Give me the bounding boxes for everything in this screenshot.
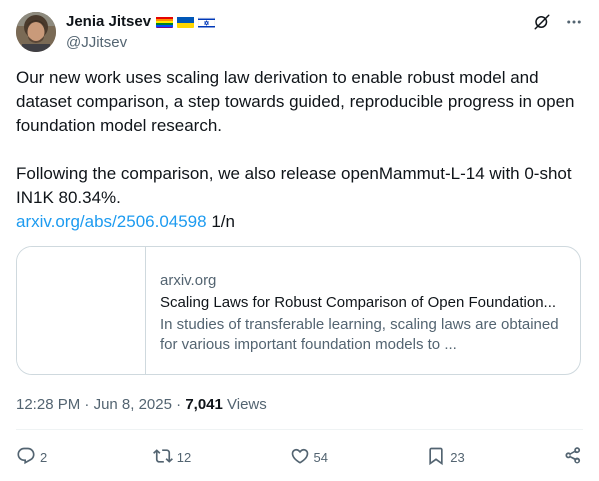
like-count: 54: [313, 449, 328, 465]
bookmark-icon: [426, 446, 446, 469]
bookmark-button[interactable]: 23: [426, 446, 466, 469]
tweet: Jenia Jitsev @JJitsev Our new work uses …: [0, 0, 599, 481]
tweet-text: Our new work uses scaling law derivation…: [16, 66, 576, 234]
repost-button[interactable]: 12: [152, 446, 193, 469]
card-body: arxiv.org Scaling Laws for Robust Compar…: [160, 271, 564, 355]
card-domain: arxiv.org: [160, 272, 217, 289]
share-button[interactable]: [563, 446, 583, 469]
reply-button[interactable]: 2: [16, 446, 56, 469]
tweet-header: Jenia Jitsev @JJitsev: [16, 12, 583, 54]
author-names: Jenia Jitsev @JJitsev: [66, 12, 216, 53]
display-name[interactable]: Jenia Jitsev: [66, 12, 151, 32]
meta-separator: ·: [80, 396, 94, 413]
card-thumbnail: [17, 247, 146, 374]
action-bar: 2 12 54 23: [16, 445, 583, 469]
card-description: In studies of transferable learning, sca…: [160, 316, 559, 353]
repost-icon: [152, 446, 173, 469]
flags: [156, 16, 216, 28]
link-card[interactable]: arxiv.org Scaling Laws for Robust Compar…: [16, 246, 581, 375]
rainbow-flag-icon: [156, 16, 174, 28]
like-button[interactable]: 54: [290, 446, 330, 469]
bookmark-count: 23: [450, 449, 465, 465]
tweet-time[interactable]: 12:28 PM: [16, 396, 80, 413]
tweet-date[interactable]: Jun 8, 2025: [94, 396, 172, 413]
share-icon: [563, 446, 583, 469]
israel-flag-icon: [198, 16, 216, 28]
grok-icon[interactable]: [533, 13, 551, 31]
meta-separator-2: ·: [171, 396, 186, 413]
reply-count: 2: [40, 449, 48, 465]
handle[interactable]: @JJitsev: [66, 33, 215, 53]
tweet-paragraph-2: Following the comparison, we also releas…: [16, 164, 572, 207]
more-icon[interactable]: [565, 13, 583, 31]
views-label: Views: [222, 396, 267, 413]
tweet-link-line: arxiv.org/abs/2506.04598 1/n: [16, 210, 576, 234]
header-actions: [533, 12, 583, 32]
card-title: Scaling Laws for Robust Comparison of Op…: [160, 294, 557, 311]
heart-icon: [290, 446, 310, 469]
thread-counter: 1/n: [206, 212, 235, 231]
display-name-row: Jenia Jitsev: [66, 12, 216, 32]
ukraine-flag-icon: [177, 16, 195, 28]
tweet-paragraph-1: Our new work uses scaling law derivation…: [16, 68, 575, 135]
arxiv-link[interactable]: arxiv.org/abs/2506.04598: [16, 212, 207, 231]
tweet-meta: 12:28 PM · Jun 8, 2025 · 7,041 Views: [16, 395, 267, 415]
reply-icon: [16, 446, 36, 469]
views-count: 7,041: [185, 396, 223, 413]
avatar[interactable]: [16, 12, 56, 52]
divider: [16, 429, 583, 430]
repost-count: 12: [176, 449, 192, 465]
